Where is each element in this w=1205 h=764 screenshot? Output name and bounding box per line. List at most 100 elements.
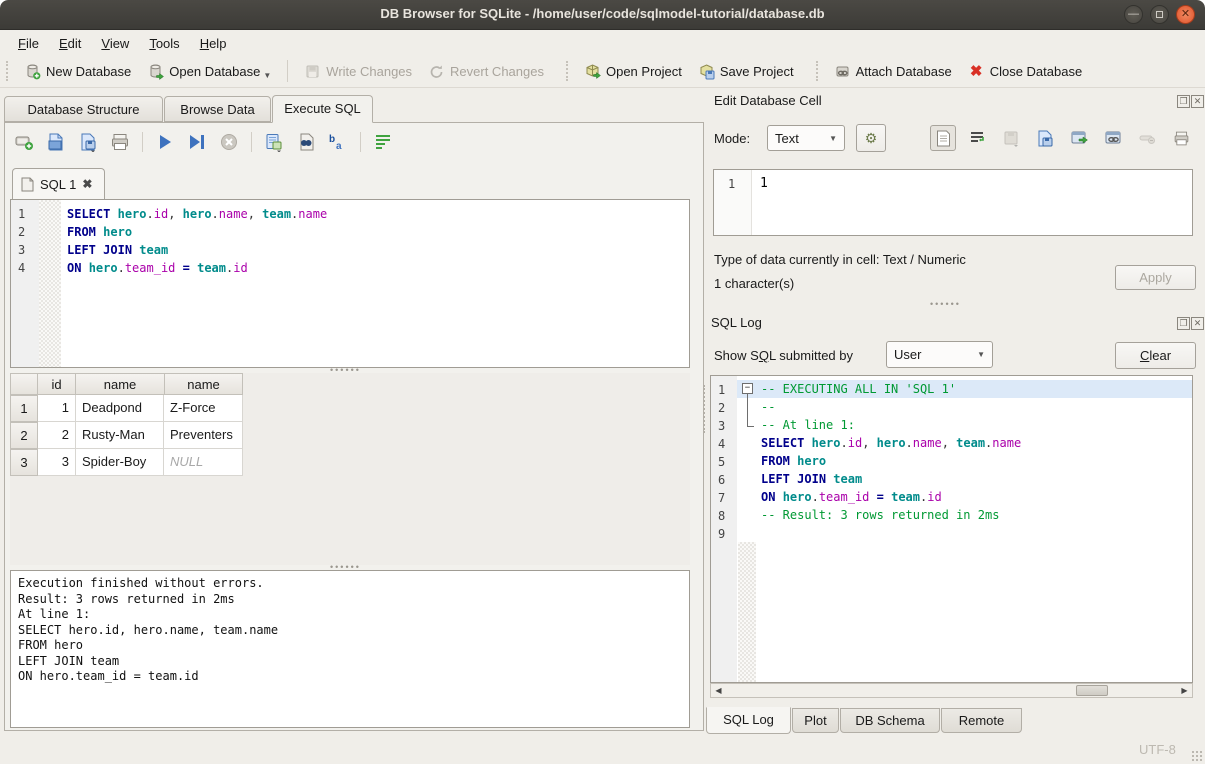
editor-fold-margin bbox=[39, 200, 61, 367]
close-panel-icon[interactable]: ✕ bbox=[1191, 317, 1204, 330]
minimize-button[interactable]: — bbox=[1124, 5, 1143, 24]
pane-splitter-handle[interactable] bbox=[703, 385, 707, 433]
log-line-number: 8 bbox=[718, 507, 737, 525]
scroll-left-icon[interactable]: ◀ bbox=[711, 684, 726, 697]
editor-line-number: 4 bbox=[18, 259, 39, 277]
log-line-number: 4 bbox=[718, 435, 737, 453]
execute-all-icon[interactable] bbox=[155, 132, 175, 152]
tab-browse-data[interactable]: Browse Data bbox=[164, 96, 271, 122]
close-button[interactable]: ✕ bbox=[1176, 5, 1195, 24]
mode-label: Mode: bbox=[714, 131, 750, 146]
tab-database-structure[interactable]: Database Structure bbox=[4, 96, 163, 122]
log-line-number: 1 bbox=[718, 381, 737, 399]
scroll-right-icon[interactable]: ▶ bbox=[1177, 684, 1192, 697]
save-project-button[interactable]: Save Project bbox=[690, 59, 802, 84]
new-database-button[interactable]: New Database bbox=[16, 59, 139, 84]
results-col-header-name2[interactable]: name bbox=[164, 373, 243, 395]
maximize-button[interactable] bbox=[1150, 5, 1169, 24]
tab-db-schema[interactable]: DB Schema bbox=[840, 708, 940, 733]
cell-team-null[interactable]: NULL bbox=[164, 449, 243, 476]
cell-name[interactable]: Deadpond bbox=[76, 395, 164, 422]
row-header[interactable]: 3 bbox=[10, 449, 38, 476]
scrollbar-thumb[interactable] bbox=[1076, 685, 1108, 696]
sql-toolbar-separator bbox=[360, 132, 361, 152]
open-sql-tab-icon[interactable] bbox=[14, 132, 34, 152]
text-mode-button[interactable] bbox=[930, 125, 956, 151]
cell-name[interactable]: Spider-Boy bbox=[76, 449, 164, 476]
save-results-icon[interactable] bbox=[264, 132, 284, 152]
attach-database-button[interactable]: Attach Database bbox=[826, 59, 960, 84]
row-header[interactable]: 1 bbox=[10, 395, 38, 422]
editor-line-number: 1 bbox=[18, 205, 39, 223]
open-project-button[interactable]: Open Project bbox=[576, 59, 690, 84]
app-window: DB Browser for SQLite - /home/user/code/… bbox=[0, 0, 1205, 764]
cell-editor[interactable]: 1 1 bbox=[713, 169, 1193, 236]
tab-remote[interactable]: Remote bbox=[941, 708, 1022, 733]
sql-editor[interactable]: 1 2 3 4 SELECT hero.id, hero.name, team.… bbox=[10, 199, 690, 368]
results-col-header-name[interactable]: name bbox=[75, 373, 165, 395]
cell-name[interactable]: Rusty-Man bbox=[76, 422, 164, 449]
open-database-dropdown-icon[interactable]: ▼ bbox=[263, 71, 271, 80]
tab-execute-sql[interactable]: Execute SQL bbox=[272, 95, 373, 123]
menu-view[interactable]: View bbox=[91, 33, 139, 54]
toolbar-drag-handle[interactable] bbox=[816, 61, 820, 81]
open-database-button[interactable]: Open Database ▼ bbox=[139, 59, 279, 84]
menu-tools[interactable]: Tools bbox=[139, 33, 189, 54]
sql-code-line: FROM hero bbox=[67, 223, 132, 241]
cell-id[interactable]: 3 bbox=[38, 449, 76, 476]
clear-button[interactable]: Clear bbox=[1115, 342, 1196, 369]
resize-grip[interactable] bbox=[1191, 750, 1203, 762]
toolbar-drag-handle[interactable] bbox=[566, 61, 570, 81]
apply-mode-button[interactable]: ⚙ bbox=[856, 124, 886, 152]
save-sql-file-icon[interactable] bbox=[78, 132, 98, 152]
menu-edit[interactable]: Edit bbox=[49, 33, 91, 54]
cell-id[interactable]: 2 bbox=[38, 422, 76, 449]
splitter-handle[interactable]: •••••• bbox=[930, 302, 961, 307]
log-horizontal-scrollbar[interactable]: ◀ ▶ bbox=[710, 683, 1193, 698]
cell-value: 1 bbox=[760, 175, 768, 193]
encoding-indicator[interactable]: UTF-8 bbox=[1139, 742, 1176, 757]
titlebar[interactable]: DB Browser for SQLite - /home/user/code/… bbox=[0, 0, 1205, 30]
menu-file[interactable]: File bbox=[8, 33, 49, 54]
set-null-button bbox=[1134, 125, 1160, 151]
svg-text:a: a bbox=[336, 141, 342, 152]
toolbar-drag-handle[interactable] bbox=[6, 61, 10, 81]
sql-log-filter-select[interactable]: User▼ bbox=[886, 341, 993, 368]
cell-team[interactable]: Z-Force bbox=[164, 395, 243, 422]
execution-message-panel[interactable]: Execution finished without errors. Resul… bbox=[10, 570, 690, 728]
open-external-button[interactable] bbox=[1066, 125, 1092, 151]
autocomplete-icon[interactable]: ba bbox=[328, 132, 348, 152]
cell-id[interactable]: 1 bbox=[38, 395, 76, 422]
open-external-icon bbox=[1071, 130, 1088, 146]
tab-plot[interactable]: Plot bbox=[792, 708, 839, 733]
cell-team[interactable]: Preventers bbox=[164, 422, 243, 449]
results-grid[interactable]: id name name 1 1 Deadpond Z-Force 2 2 Ru… bbox=[10, 373, 690, 565]
fold-marker-icon[interactable]: − bbox=[742, 383, 753, 394]
execute-current-line-icon[interactable] bbox=[187, 132, 207, 152]
log-line-number: 7 bbox=[718, 489, 737, 507]
close-sql-tab-icon[interactable]: ✖ bbox=[82, 177, 92, 191]
tab-sql-log[interactable]: SQL Log bbox=[706, 707, 791, 734]
export-text-button[interactable] bbox=[1032, 125, 1058, 151]
save-as-icon bbox=[1037, 130, 1053, 147]
sql-toolbar-separator bbox=[142, 132, 143, 152]
print-sql-icon[interactable] bbox=[110, 132, 130, 152]
sql-doc-tab[interactable]: SQL 1 ✖ bbox=[12, 168, 105, 199]
find-icon[interactable] bbox=[296, 132, 316, 152]
results-col-header-id[interactable]: id bbox=[37, 373, 76, 395]
float-panel-icon[interactable]: ❐ bbox=[1177, 317, 1190, 330]
message-line: SELECT hero.id, hero.name, team.name bbox=[18, 623, 682, 639]
menubar: File Edit View Tools Help bbox=[0, 31, 1205, 55]
menu-help[interactable]: Help bbox=[190, 33, 237, 54]
print-cell-button[interactable] bbox=[1168, 125, 1194, 151]
sql-log-editor[interactable]: 1 2 3 4 5 6 7 8 9 − -- EXECUTING ALL IN … bbox=[710, 375, 1193, 683]
word-wrap-button[interactable] bbox=[964, 125, 990, 151]
copy-link-button[interactable] bbox=[1100, 125, 1126, 151]
close-database-button[interactable]: ✖ Close Database bbox=[960, 59, 1091, 84]
open-sql-file-icon[interactable] bbox=[46, 132, 66, 152]
row-header[interactable]: 2 bbox=[10, 422, 38, 449]
mode-select[interactable]: Text▼ bbox=[767, 125, 845, 151]
close-panel-icon[interactable]: ✕ bbox=[1191, 95, 1204, 108]
float-panel-icon[interactable]: ❐ bbox=[1177, 95, 1190, 108]
word-wrap-icon[interactable] bbox=[373, 132, 393, 152]
